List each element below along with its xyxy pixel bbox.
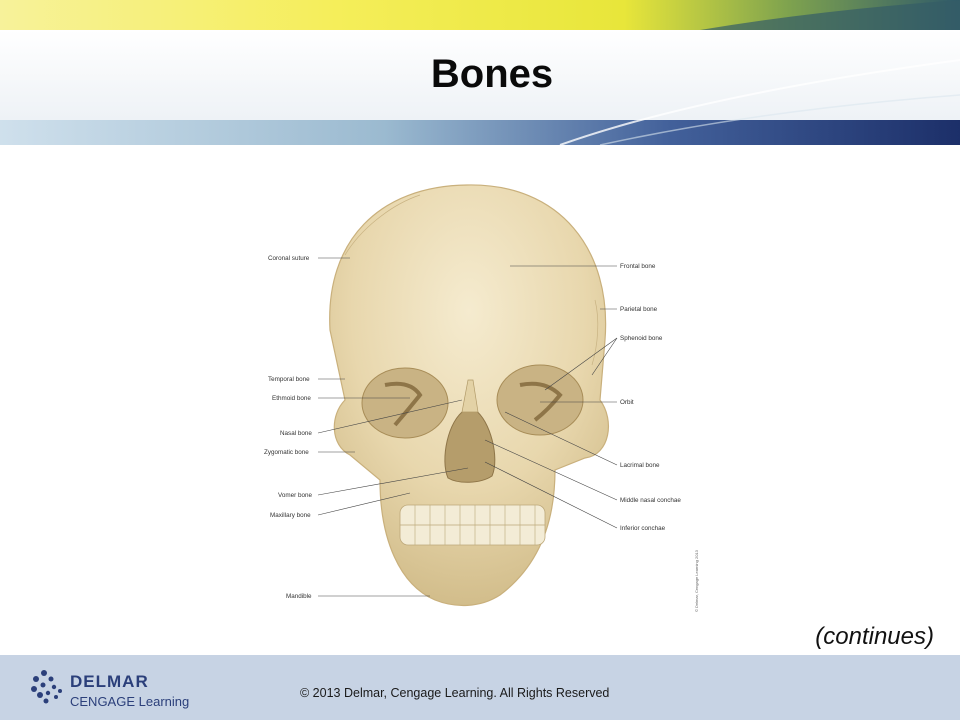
label-maxillary-bone: Maxillary bone [270, 512, 311, 519]
label-inferior-conchae: Inferior conchae [620, 525, 666, 532]
label-temporal-bone: Temporal bone [268, 376, 310, 383]
copyright-text: © 2013 Delmar, Cengage Learning. All Rig… [300, 686, 610, 700]
label-mandible: Mandible [286, 593, 312, 600]
label-orbit: Orbit [620, 399, 634, 406]
label-vomer-bone: Vomer bone [278, 492, 312, 499]
label-frontal-bone: Frontal bone [620, 263, 656, 270]
figure-credit: © Delmar, Cengage Learning 2013 [694, 549, 699, 612]
logo-bottom-text: CENGAGE Learning [70, 694, 189, 709]
right-orbit [496, 364, 584, 436]
continues-note: (continues) [815, 623, 934, 650]
label-sphenoid-bone: Sphenoid bone [620, 335, 663, 342]
delmar-cengage-logo: DELMAR CENGAGE Learning [31, 670, 189, 709]
skull-figure: Coronal suture Temporal bone Ethmoid bon… [264, 184, 699, 612]
label-parietal-bone: Parietal bone [620, 306, 658, 313]
label-zygomatic-bone: Zygomatic bone [264, 449, 309, 456]
label-middle-nasal-conchae: Middle nasal conchae [620, 497, 681, 504]
label-lacrimal-bone: Lacrimal bone [620, 462, 660, 469]
slide-title: Bones [430, 52, 554, 96]
left-orbit [361, 367, 449, 439]
footer-bar: DELMAR CENGAGE Learning © 2013 Delmar, C… [0, 655, 960, 720]
label-nasal-bone: Nasal bone [280, 430, 312, 437]
logo-top-text: DELMAR [70, 672, 149, 691]
label-ethmoid-bone: Ethmoid bone [272, 395, 311, 402]
dots-icon [31, 670, 62, 704]
label-coronal-suture: Coronal suture [268, 255, 310, 262]
